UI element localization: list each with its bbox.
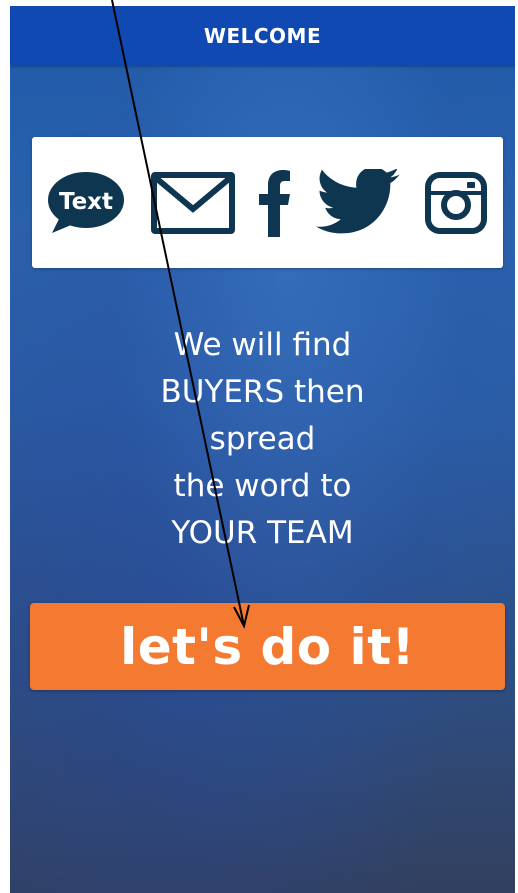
lets-do-it-button[interactable]: let's do it! [30, 603, 505, 690]
tagline-line: spread [209, 421, 316, 457]
tagline: We will find BUYERS then spread the word… [10, 322, 515, 557]
text-icon-label: Text [59, 189, 113, 215]
header-bar: WELCOME [10, 6, 515, 66]
instagram-icon[interactable] [425, 169, 487, 237]
share-options-card: Text [32, 137, 503, 268]
app-screen: WELCOME Text We will find BUYERS then sp… [10, 6, 515, 893]
text-bubble-icon[interactable]: Text [46, 169, 126, 237]
tagline-line: the word to [173, 468, 352, 504]
facebook-icon[interactable] [254, 169, 294, 237]
mail-envelope-icon[interactable] [150, 169, 236, 237]
cta-label: let's do it! [120, 617, 415, 676]
tagline-line: BUYERS then [160, 374, 365, 410]
page-title: WELCOME [203, 24, 322, 48]
tagline-line: We will find [173, 327, 352, 363]
twitter-bird-icon[interactable] [316, 169, 402, 237]
tagline-line: YOUR TEAM [171, 515, 354, 551]
